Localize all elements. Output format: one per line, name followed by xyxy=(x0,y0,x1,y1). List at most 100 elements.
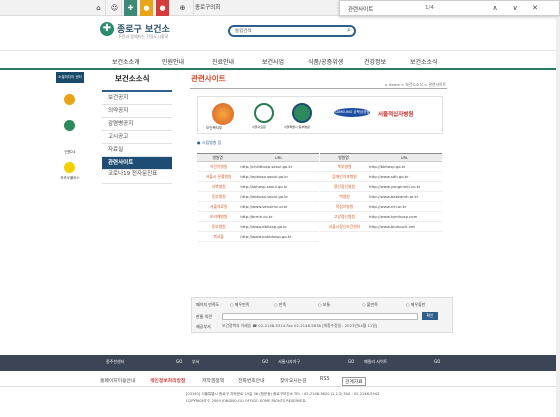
sub-nav-item[interactable]: 코로나19 전자문진표 xyxy=(102,170,172,184)
hospital-url[interactable]: http://www.dbhosp.go.kr xyxy=(238,221,319,232)
go-button[interactable]: GO xyxy=(434,359,440,364)
search-icon[interactable]: ⌕ xyxy=(347,26,351,35)
hospital-url[interactable]: http://www.bukbhosp.go.kr xyxy=(238,231,319,242)
option-very-satisfied[interactable]: ○ 매우만족 xyxy=(230,302,250,308)
table-row[interactable]: 서울의료원 http://www.seoulmc.or.kr xyxy=(197,201,319,212)
hospital-name[interactable]: 서울시 은평병원 xyxy=(197,171,239,182)
sub-nav-item[interactable]: 감염병공지 xyxy=(102,118,172,131)
find-next-button[interactable]: ∨ xyxy=(510,3,520,14)
footer-link-rss[interactable]: RSS xyxy=(320,377,329,382)
seoul-med-logo-icon[interactable] xyxy=(254,103,274,123)
kakao-label[interactable]: 카카오플러스 xyxy=(56,176,84,181)
table-row[interactable]: 장애인치과병원 http://www.sdh.go.kr xyxy=(320,171,442,182)
opinion-input[interactable] xyxy=(222,313,418,320)
samsung-logo[interactable]: SAMSUNG 강북삼성병원 xyxy=(334,108,370,123)
hospital-name[interactable]: 서울시정신보건센터 xyxy=(320,221,368,232)
search-box[interactable]: 통합검색 ⌕ xyxy=(228,25,356,37)
find-close-button[interactable]: ✕ xyxy=(530,3,540,14)
submit-button[interactable]: 확인 xyxy=(422,312,438,320)
hospital-name[interactable]: 동부병원 xyxy=(197,221,239,232)
table-row[interactable]: 보라매병원 http://brmh.co.kr xyxy=(197,211,319,222)
footer-link-privacy[interactable]: 개인정보처리방침 xyxy=(150,377,185,384)
go-button[interactable]: GO xyxy=(176,359,182,364)
nav-item[interactable]: 보건사업 xyxy=(262,57,284,66)
footer-link[interactable]: 전화번호안내 xyxy=(238,377,264,384)
region-icon[interactable]: ⊕ xyxy=(172,0,194,16)
minwon-label[interactable]: 민원24 xyxy=(56,150,84,155)
quick-select[interactable]: 서울시자치구 xyxy=(278,359,300,365)
hospital-name[interactable]: 동부병원 xyxy=(197,191,239,202)
hospital-url[interactable]: http://sbhosp.seoul.go.kr xyxy=(238,181,319,192)
find-input[interactable]: 관련사이트 xyxy=(348,5,373,13)
hospital-url[interactable]: http://www.baekamh.or.kr xyxy=(367,191,442,202)
hospital-name[interactable]: 북서울 xyxy=(197,231,239,242)
table-row[interactable]: 적십자병원 http://www.rch.or.kr xyxy=(320,201,442,212)
hospital-url[interactable]: http://brmh.co.kr xyxy=(238,211,319,222)
hospital-name[interactable]: 서북병원 xyxy=(197,181,239,192)
alert-icon[interactable]: ● xyxy=(156,0,170,16)
minwon-icon[interactable] xyxy=(64,120,75,131)
hospital-name[interactable]: 북부병원 xyxy=(320,161,368,172)
sub-nav-item[interactable]: 보건공지 xyxy=(102,92,172,105)
logo-icon[interactable]: ✚ xyxy=(124,0,138,16)
blog-icon[interactable] xyxy=(64,94,75,105)
quick-select[interactable]: 종주한센터 xyxy=(106,359,124,365)
page-scrollbar[interactable] xyxy=(556,17,560,417)
hospital-name[interactable]: 서울의료원 xyxy=(197,201,239,212)
hospital-url[interactable]: http://childhosp.seoul.go.kr xyxy=(238,161,319,172)
hospital-url[interactable]: http://www.seoulmc.or.kr xyxy=(238,201,319,212)
nav-item[interactable]: 보건소소개 xyxy=(112,57,140,66)
table-row[interactable]: 동부병원 http://www.dbhosp.go.kr xyxy=(197,221,319,232)
option-normal[interactable]: ○ 보통 xyxy=(318,302,330,308)
table-row[interactable]: 고양정신병원 http://www.kymhosp.com xyxy=(320,211,442,222)
footer-link[interactable]: 홈페이지이용안내 xyxy=(100,377,135,384)
kakao-icon[interactable] xyxy=(64,162,75,173)
table-row[interactable]: 서북병원 http://sbhosp.seoul.go.kr xyxy=(197,181,319,192)
quick-select[interactable]: 패밀리 사이트 xyxy=(364,359,387,365)
footer-link[interactable]: 저작권정책 xyxy=(202,377,224,384)
home-icon[interactable]: ⌂ xyxy=(92,0,106,16)
hospital-url[interactable]: http://ebhosp.seoul.go.kr xyxy=(238,191,319,202)
table-row[interactable]: 어린이병원 http://childhosp.seoul.go.kr xyxy=(197,161,319,172)
dongbu-logo-icon[interactable] xyxy=(292,103,312,123)
hospital-name[interactable]: 적십자병원 xyxy=(320,201,368,212)
hospital-url[interactable]: http://www.yonginmh.co.kr xyxy=(367,181,442,192)
hospital-url[interactable]: http://ephosp.seoul.go.kr xyxy=(238,171,319,182)
nav-item[interactable]: 보건소소식 xyxy=(410,57,438,66)
nav-item[interactable]: 식품/공중위생 xyxy=(308,57,343,66)
logo-icon[interactable]: ✚ xyxy=(100,22,114,36)
hospital-name[interactable]: 백병원 xyxy=(320,191,368,202)
hospital-url[interactable]: http://www.kymhosp.com xyxy=(367,211,442,222)
table-row[interactable]: 서울시정신보건센터 http://www.blutouch.net xyxy=(320,221,442,232)
table-row[interactable]: 북서울 http://www.bukbhosp.go.kr xyxy=(197,231,319,242)
hospital-url[interactable]: http://www.rch.or.kr xyxy=(367,201,442,212)
bokji-logo-icon[interactable] xyxy=(212,103,234,125)
quick-select[interactable]: 부서 xyxy=(192,359,199,365)
hospital-url[interactable]: http://www.blutouch.net xyxy=(367,221,442,232)
person-icon[interactable]: ☺ xyxy=(108,0,122,16)
sub-nav-item[interactable]: 고시공고 xyxy=(102,131,172,144)
council-link[interactable]: 종로구의회 xyxy=(195,3,237,13)
option-satisfied[interactable]: ○ 만족 xyxy=(274,302,286,308)
table-row[interactable]: 동부병원 http://ebhosp.seoul.go.kr xyxy=(197,191,319,202)
table-row[interactable]: 북부병원 http://bbhosp.go.kr xyxy=(320,161,442,172)
go-button[interactable]: GO xyxy=(262,359,268,364)
hospital-name[interactable]: 용인정신병원 xyxy=(320,181,368,192)
sub-nav-item-active[interactable]: 관련사이트 xyxy=(102,157,172,170)
hospital-url[interactable]: http://bbhosp.go.kr xyxy=(367,161,442,172)
hospital-name[interactable]: 고양정신병원 xyxy=(320,211,368,222)
go-button[interactable]: GO xyxy=(348,359,354,364)
nav-item[interactable]: 진료안내 xyxy=(212,57,234,66)
footer-link[interactable]: 찾아오시는길 xyxy=(280,377,306,384)
kakao-icon[interactable]: ● xyxy=(140,0,154,16)
table-row[interactable]: 용인정신병원 http://www.yonginmh.co.kr xyxy=(320,181,442,192)
hospital-name[interactable]: 보라매병원 xyxy=(197,211,239,222)
find-prev-button[interactable]: ∧ xyxy=(490,3,500,14)
nav-item[interactable]: 건강정보 xyxy=(364,57,386,66)
hospital-name[interactable]: 장애인치과병원 xyxy=(320,171,368,182)
hospital-url[interactable]: http://www.sdh.go.kr xyxy=(367,171,442,182)
hospital-name[interactable]: 어린이병원 xyxy=(197,161,239,172)
redcross-logo[interactable]: 서울적십자병원 xyxy=(378,110,413,118)
option-unsatisfied[interactable]: ○ 불만족 xyxy=(362,302,378,308)
option-very-unsatisfied[interactable]: ○ 매우불만 xyxy=(406,302,426,308)
